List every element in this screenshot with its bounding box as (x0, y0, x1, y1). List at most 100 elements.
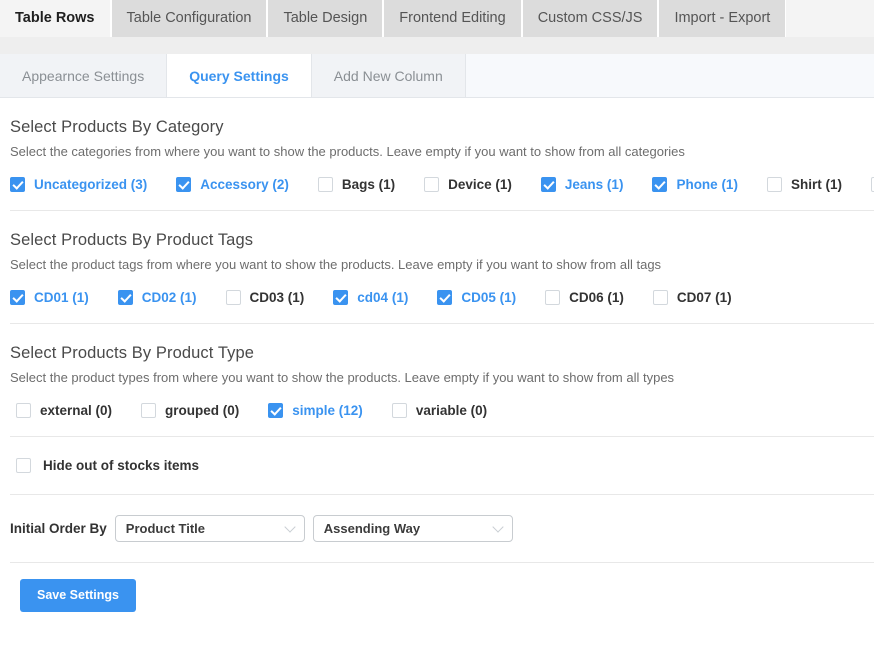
checkbox-box-icon[interactable] (10, 290, 25, 305)
section-title: Select Products By Category (10, 118, 224, 136)
tab-import-export[interactable]: Import - Export (658, 0, 787, 37)
tab-frontend-editing[interactable]: Frontend Editing (383, 0, 522, 37)
subtab-label: Query Settings (189, 67, 289, 84)
checkbox-label: Shirt (1) (790, 177, 842, 192)
checkbox-label: cd04 (1) (357, 290, 409, 305)
tab-label: Custom CSS/JS (537, 10, 643, 27)
initial-order-by-label: Initial Order By (10, 521, 107, 536)
tab-bar-underband (0, 37, 874, 54)
order-by-field-value: Product Title (125, 521, 205, 536)
save-settings-row: Save Settings (10, 563, 874, 612)
initial-order-by-row: Initial Order By Product Title Assending… (10, 495, 874, 562)
checkbox-tag-cd01[interactable]: CD01 (1) (10, 290, 89, 305)
checkbox-label: external (0) (40, 403, 113, 418)
checkbox-label: CD02 (1) (141, 290, 197, 305)
order-by-field-select[interactable]: Product Title (114, 515, 305, 542)
checkbox-label: CD07 (1) (676, 290, 732, 305)
checkbox-box-icon[interactable] (391, 403, 407, 418)
section-description: Select the product tags from where you w… (10, 257, 662, 272)
subtab-label: Appearnce Settings (22, 67, 145, 84)
checkbox-tag-cd07[interactable]: CD07 (1) (652, 290, 732, 305)
tab-label: Table Rows (15, 10, 95, 27)
checkbox-category-accessory[interactable]: Accessory (2) (176, 177, 289, 192)
checkbox-category-phone[interactable]: Phone (1) (652, 177, 738, 192)
subtab-appearance-settings[interactable]: Appearnce Settings (0, 54, 168, 97)
section-select-by-product-tags: Select Products By Product Tags Select t… (10, 211, 874, 323)
checkbox-label: Hide out of stocks items (43, 458, 200, 473)
section-description: Select the product types from where you … (10, 370, 675, 385)
checkbox-label: Jeans (1) (564, 177, 624, 192)
checkbox-category-uncategorized[interactable]: Uncategorized (3) (10, 177, 147, 192)
tab-table-rows[interactable]: Table Rows (0, 0, 111, 37)
checkbox-label: Accessory (2) (200, 177, 289, 192)
section-title: Select Products By Product Tags (10, 231, 254, 249)
checkbox-box-icon[interactable] (176, 177, 192, 192)
checkbox-tag-cd02[interactable]: CD02 (1) (117, 290, 197, 305)
section-title: Select Products By Product Type (10, 344, 255, 362)
checkbox-label: CD03 (1) (249, 290, 305, 305)
checkbox-type-external[interactable]: external (0) (16, 403, 112, 418)
checkbox-box-icon[interactable] (268, 403, 284, 418)
subtab-add-new-column[interactable]: Add New Column (311, 54, 466, 97)
checkbox-hide-out-of-stock[interactable]: Hide out of stocks items (10, 437, 874, 494)
chevron-down-icon (284, 520, 296, 533)
checkbox-box-icon[interactable] (437, 290, 453, 305)
checkbox-box-icon[interactable] (766, 177, 782, 192)
tab-table-design[interactable]: Table Design (267, 0, 384, 37)
subtab-query-settings[interactable]: Query Settings (167, 54, 312, 97)
checkbox-label: grouped (0) (165, 403, 240, 418)
tab-bar-filler (786, 0, 874, 37)
checkbox-category-bags[interactable]: Bags (1) (317, 177, 396, 192)
checkbox-box-icon[interactable] (317, 177, 333, 192)
checkbox-box-icon[interactable] (424, 177, 440, 192)
checkbox-type-grouped[interactable]: grouped (0) (141, 403, 239, 418)
checkbox-box-icon[interactable] (545, 290, 561, 305)
chevron-down-icon (492, 520, 504, 533)
checkbox-label: Device (1) (448, 177, 512, 192)
checkbox-box-icon[interactable] (225, 290, 241, 305)
checkbox-box-icon[interactable] (652, 177, 668, 192)
subtab-label: Add New Column (333, 67, 443, 84)
checkbox-box-icon[interactable] (16, 458, 31, 473)
checkbox-label: CD05 (1) (461, 290, 517, 305)
checkbox-label: CD01 (1) (34, 290, 89, 305)
checkbox-label: variable (0) (415, 403, 488, 418)
save-settings-button[interactable]: Save Settings (20, 579, 136, 612)
checkbox-label: Bags (1) (341, 177, 396, 192)
checkbox-box-icon[interactable] (10, 177, 25, 192)
checkbox-category-jeans[interactable]: Jeans (1) (540, 177, 624, 192)
checkbox-label: Phone (1) (676, 177, 738, 192)
checkbox-tag-cd03[interactable]: CD03 (1) (225, 290, 305, 305)
checkbox-category-shirt[interactable]: Shirt (1) (766, 177, 842, 192)
checkbox-type-variable[interactable]: variable (0) (391, 403, 488, 418)
order-by-direction-select[interactable]: Assending Way (312, 515, 513, 542)
section-select-by-category: Select Products By Category Select the c… (10, 98, 874, 210)
checkbox-box-icon[interactable] (540, 177, 556, 192)
checkbox-box-icon[interactable] (141, 403, 157, 418)
checkbox-label: simple (12) (292, 403, 363, 418)
type-checkbox-row: external (0) grouped (0) simple (12) var… (10, 403, 874, 436)
tab-label: Frontend Editing (399, 10, 506, 27)
subtab-bar-filler (465, 54, 874, 97)
tab-custom-css-js[interactable]: Custom CSS/JS (521, 0, 659, 37)
checkbox-box-icon[interactable] (16, 403, 31, 418)
tab-label: Table Configuration (126, 10, 252, 27)
checkbox-box-icon[interactable] (652, 290, 668, 305)
checkbox-category-device[interactable]: Device (1) (424, 177, 512, 192)
section-select-by-product-type: Select Products By Product Type Select t… (10, 324, 874, 436)
tab-label: Table Design (283, 10, 368, 27)
order-by-direction-value: Assending Way (323, 521, 421, 536)
section-description: Select the categories from where you wan… (10, 144, 685, 159)
checkbox-tag-cd04[interactable]: cd04 (1) (333, 290, 408, 305)
category-checkbox-row: Uncategorized (3) Accessory (2) Bags (1)… (10, 177, 874, 210)
checkbox-box-icon[interactable] (117, 290, 133, 305)
primary-tab-bar: Table Rows Table Configuration Table Des… (0, 0, 874, 37)
tab-label: Import - Export (674, 10, 771, 27)
query-settings-panel: Select Products By Category Select the c… (0, 98, 874, 612)
checkbox-box-icon[interactable] (333, 290, 349, 305)
checkbox-tag-cd06[interactable]: CD06 (1) (545, 290, 624, 305)
checkbox-tag-cd05[interactable]: CD05 (1) (437, 290, 516, 305)
checkbox-type-simple[interactable]: simple (12) (268, 403, 363, 418)
checkbox-label: Uncategorized (3) (34, 177, 148, 192)
tab-table-configuration[interactable]: Table Configuration (110, 0, 268, 37)
